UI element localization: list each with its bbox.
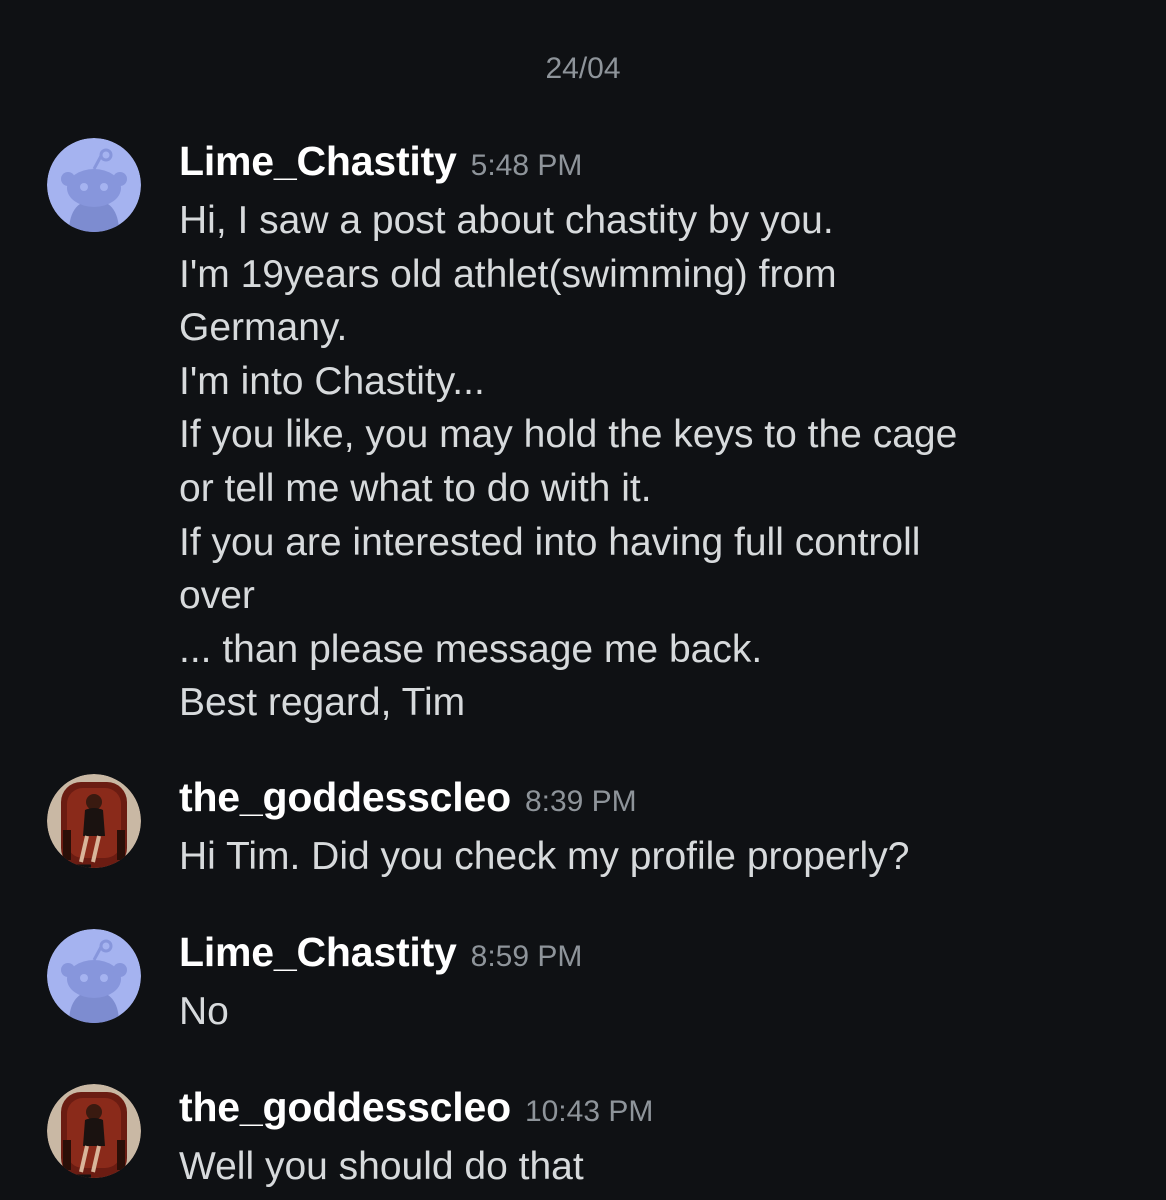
message-timestamp: 5:48 PM (470, 149, 583, 182)
message-line: If you like, you may hold the keys to th… (179, 413, 958, 457)
username-link[interactable]: Lime_Chastity (179, 138, 457, 185)
username-link[interactable]: the_goddesscleo (179, 774, 511, 821)
message-header: Lime_Chastity 5:48 PM (179, 138, 1126, 194)
message-timestamp: 8:59 PM (470, 940, 583, 973)
message-text: Hi Tim. Did you check my profile properl… (179, 830, 1126, 884)
message-line: If you are interested into having full c… (179, 520, 921, 564)
message-line: Hi Tim. Did you check my profile properl… (179, 835, 910, 878)
message-line: Best regard, Tim (179, 681, 466, 725)
username-link[interactable]: Lime_Chastity (179, 929, 457, 976)
avatar[interactable] (47, 929, 141, 1023)
message-line: or tell me what to do with it. (179, 466, 652, 510)
message-line: Well you should do that (179, 1145, 584, 1188)
reddit-snoo-avatar-icon (47, 929, 141, 1023)
message-line: Hi, I saw a post about chastity by you. (179, 199, 834, 242)
message-header: the_goddesscleo 10:43 PM (179, 1084, 1126, 1140)
message-line: ... than please message me back. (179, 627, 763, 671)
message-timestamp: 8:39 PM (524, 785, 637, 818)
message-text: Well you should do that (179, 1140, 1126, 1194)
message-text: Hi, I saw a post about chastity by you. … (179, 194, 1126, 730)
message-line: Germany. (179, 306, 348, 350)
message-timestamp: 10:43 PM (524, 1095, 654, 1128)
photo-avatar-icon (47, 1084, 141, 1178)
username-link[interactable]: the_goddesscleo (179, 1084, 511, 1131)
message-text: No (179, 985, 1126, 1039)
message-line: I'm into Chastity... (179, 359, 485, 403)
message-header: the_goddesscleo 8:39 PM (179, 774, 1126, 830)
reddit-snoo-avatar-icon (47, 138, 141, 232)
avatar[interactable] (47, 774, 141, 868)
message-line: No (179, 990, 229, 1033)
message-header: Lime_Chastity 8:59 PM (179, 929, 1126, 985)
avatar[interactable] (47, 1084, 141, 1178)
message-line: I'm 19years old athlet(swimming) from (179, 252, 837, 296)
avatar[interactable] (47, 138, 141, 232)
date-divider: 24/04 (545, 52, 621, 85)
photo-avatar-icon (47, 774, 141, 868)
message-line: over (179, 574, 255, 618)
